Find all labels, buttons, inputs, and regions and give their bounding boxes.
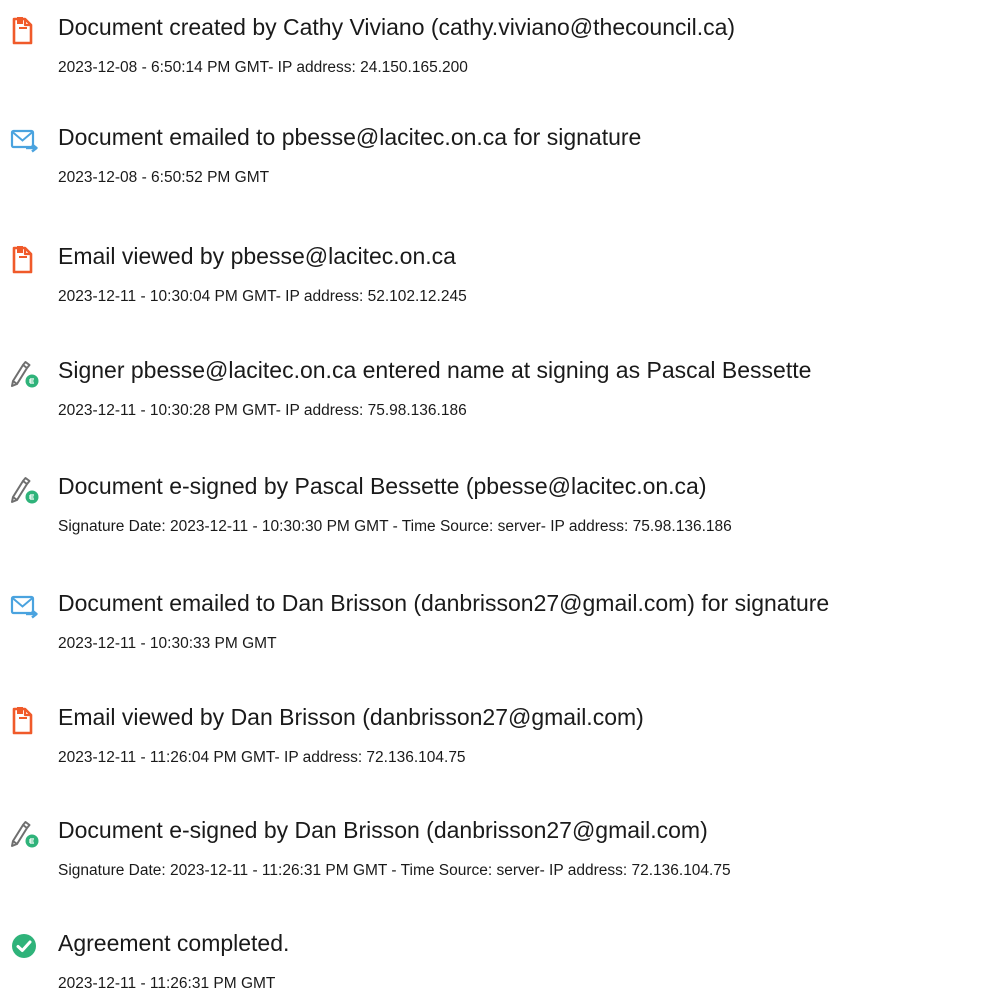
event-detail: Signature Date: 2023-12-11 - 10:30:30 PM… — [58, 518, 732, 535]
event-title: Document e-signed by Dan Brisson (danbri… — [58, 817, 708, 843]
audit-event-document-created: Document created by Cathy Viviano (cathy… — [0, 12, 988, 92]
event-title: Agreement completed. — [58, 930, 290, 956]
audit-event-signer-entered-name: Signer pbesse@lacitec.on.ca entered name… — [0, 355, 988, 435]
audit-event-document-esigned: Document e-signed by Pascal Bessette (pb… — [0, 471, 988, 551]
audit-event-document-emailed: Document emailed to Dan Brisson (danbris… — [0, 588, 988, 668]
audit-event-email-viewed: Email viewed by Dan Brisson (danbrisson2… — [0, 702, 988, 782]
esign-icon — [10, 475, 40, 505]
audit-event-document-esigned: Document e-signed by Dan Brisson (danbri… — [0, 815, 988, 895]
event-detail: 2023-12-11 - 11:26:31 PM GMT — [58, 975, 276, 992]
event-title: Document e-signed by Pascal Bessette (pb… — [58, 473, 707, 499]
event-title: Document created by Cathy Viviano (cathy… — [58, 14, 736, 40]
event-detail: 2023-12-08 - 6:50:52 PM GMT — [58, 169, 270, 186]
document-icon — [10, 706, 40, 736]
event-title: Document emailed to pbesse@lacitec.on.ca… — [58, 124, 642, 150]
audit-event-document-emailed: Document emailed to pbesse@lacitec.on.ca… — [0, 122, 988, 202]
event-detail: Signature Date: 2023-12-11 - 11:26:31 PM… — [58, 862, 731, 879]
email-sent-icon — [10, 126, 40, 156]
event-detail: 2023-12-11 - 10:30:04 PM GMT- IP address… — [58, 288, 467, 305]
event-detail: 2023-12-11 - 10:30:33 PM GMT — [58, 635, 277, 652]
event-title: Email viewed by pbesse@lacitec.on.ca — [58, 243, 456, 269]
esign-icon — [10, 359, 40, 389]
event-title: Document emailed to Dan Brisson (danbris… — [58, 590, 830, 616]
audit-event-email-viewed: Email viewed by pbesse@lacitec.on.ca 202… — [0, 241, 988, 321]
email-sent-icon — [10, 592, 40, 622]
event-title: Email viewed by Dan Brisson (danbrisson2… — [58, 704, 644, 730]
event-detail: 2023-12-11 - 10:30:28 PM GMT- IP address… — [58, 402, 467, 419]
event-detail: 2023-12-11 - 11:26:04 PM GMT- IP address… — [58, 749, 466, 766]
audit-event-agreement-completed: Agreement completed. 2023-12-11 - 11:26:… — [0, 928, 988, 1008]
esign-icon — [10, 819, 40, 849]
checkmark-circle-icon — [10, 932, 40, 962]
event-detail: 2023-12-08 - 6:50:14 PM GMT- IP address:… — [58, 59, 468, 76]
document-icon — [10, 16, 40, 46]
document-icon — [10, 245, 40, 275]
event-title: Signer pbesse@lacitec.on.ca entered name… — [58, 357, 812, 383]
